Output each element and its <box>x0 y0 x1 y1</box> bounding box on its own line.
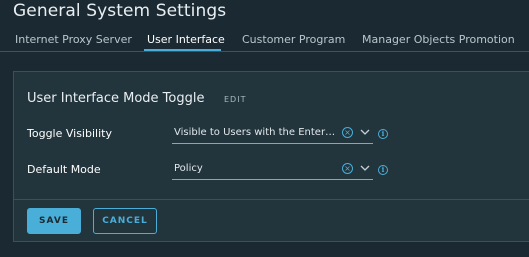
chevron-down-icon[interactable] <box>359 126 371 138</box>
ui-mode-toggle-card: User Interface Mode Toggle EDIT Toggle V… <box>13 71 529 242</box>
tab-user-interface[interactable]: User Interface <box>147 33 225 46</box>
clear-circle-icon[interactable]: × <box>342 163 353 174</box>
tab-bar: Internet Proxy Server User Interface Cus… <box>0 30 529 52</box>
default-mode-value: Policy <box>174 163 203 174</box>
clear-circle-icon[interactable]: × <box>342 127 353 138</box>
default-mode-select[interactable]: Policy × <box>172 161 373 180</box>
toggle-visibility-label: Toggle Visibility <box>27 127 112 140</box>
page-title: General System Settings <box>13 1 227 21</box>
save-button[interactable]: SAVE <box>27 208 81 234</box>
card-title: User Interface Mode Toggle <box>27 91 205 106</box>
toggle-visibility-select[interactable]: Visible to Users with the Enterprise Adm… <box>172 125 373 144</box>
active-tab-indicator <box>144 49 221 51</box>
chevron-down-icon[interactable] <box>359 162 371 174</box>
info-icon[interactable]: i <box>378 129 388 139</box>
tab-manager-objects-promotion[interactable]: Manager Objects Promotion <box>362 33 515 46</box>
info-icon[interactable]: i <box>378 165 388 175</box>
toggle-visibility-value: Visible to Users with the Enterprise Adm… <box>174 127 336 138</box>
tab-internet-proxy-server[interactable]: Internet Proxy Server <box>15 33 132 46</box>
cancel-button[interactable]: CANCEL <box>93 208 157 234</box>
tab-customer-program[interactable]: Customer Program <box>242 33 345 46</box>
default-mode-label: Default Mode <box>27 163 101 176</box>
divider <box>14 199 529 200</box>
edit-link[interactable]: EDIT <box>224 95 246 104</box>
